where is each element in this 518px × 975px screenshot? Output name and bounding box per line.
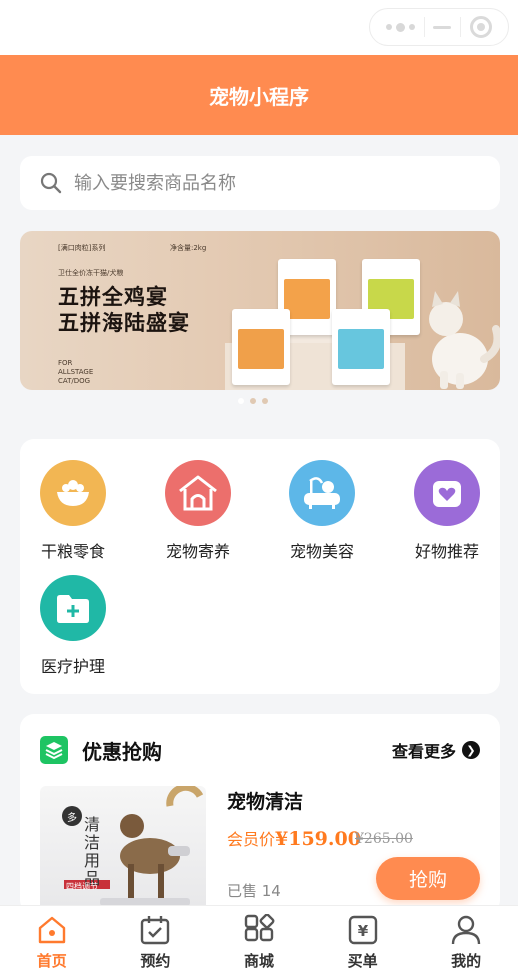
banner-for: FOR	[58, 359, 73, 367]
search-icon	[40, 172, 62, 194]
section-title: 优惠抢购	[82, 740, 162, 764]
tab-pay[interactable]: ¥ 买单	[311, 906, 415, 975]
buy-now-button[interactable]: 抢购	[376, 857, 480, 900]
page-title: 宠物小程序	[209, 84, 309, 109]
search-bar[interactable]	[20, 156, 500, 210]
svg-text:¥: ¥	[357, 922, 368, 940]
page-header: 宠物小程序	[0, 55, 518, 135]
tab-label: 买单	[347, 952, 378, 970]
minimize-icon[interactable]	[433, 25, 452, 29]
category-label: 好物推荐	[414, 542, 479, 561]
tab-profile[interactable]: 我的	[414, 906, 518, 975]
category-label: 医疗护理	[40, 657, 105, 676]
chevron-right-icon: ❯	[462, 741, 480, 759]
category-grid: 干粮零食 宠物寄养 宠物美容 好物推荐 医疗护理	[20, 439, 500, 694]
bathtub-icon	[289, 460, 355, 526]
cat-image	[429, 291, 500, 389]
banner-net-weight: 净含量:2kg	[170, 244, 207, 252]
gift-icon	[414, 460, 480, 526]
banner-indicator	[238, 398, 278, 404]
food-package	[332, 309, 390, 385]
category-item-grooming[interactable]: 宠物美容	[272, 460, 372, 562]
product-image-title: 清洁用品	[84, 815, 101, 888]
banner-subtitle: 卫仕全价冻干猫/犬粮	[58, 269, 124, 277]
tab-label: 我的	[451, 952, 482, 970]
category-label: 干粮零食	[40, 542, 105, 561]
original-price: ¥265.00	[355, 831, 413, 847]
tab-label: 首页	[36, 952, 67, 970]
calendar-icon	[141, 916, 170, 945]
close-target-icon[interactable]	[469, 16, 492, 38]
status-bar	[0, 0, 518, 55]
tab-home[interactable]: 首页	[0, 906, 104, 975]
bottom-tab-bar: 首页 预约 商城 ¥ 买单 我的	[0, 905, 518, 975]
product-image-badge: 四档调节	[66, 882, 98, 891]
search-input[interactable]	[74, 172, 454, 194]
category-item-boarding[interactable]: 宠物寄养	[148, 460, 248, 562]
bill-icon: ¥	[348, 915, 377, 945]
view-more-label: 查看更多	[391, 742, 456, 761]
view-more-link[interactable]: 查看更多 ❯	[392, 738, 480, 762]
home-icon	[38, 916, 65, 944]
medical-folder-icon	[40, 575, 106, 641]
category-item-medical[interactable]: 医疗护理	[23, 575, 123, 677]
category-label: 宠物美容	[289, 542, 354, 561]
tab-mall[interactable]: 商城	[207, 906, 311, 975]
tab-label: 预约	[140, 952, 171, 970]
more-icon[interactable]	[386, 22, 416, 32]
tab-label: 商城	[243, 952, 274, 970]
product-name[interactable]: 宠物清洁	[227, 787, 303, 814]
apps-icon	[244, 914, 275, 942]
category-item-dry-food[interactable]: 干粮零食	[23, 460, 123, 562]
food-package	[232, 309, 290, 385]
product-image[interactable]: 多 清洁用品 四档调节	[40, 786, 206, 916]
deals-section: 优惠抢购 查看更多 ❯ 多 清洁用品 四档调节 宠物清洁 会员价¥159.00 …	[20, 714, 500, 916]
sold-count: 已售 14	[227, 882, 281, 900]
price-label: 会员价	[227, 830, 276, 849]
category-label: 宠物寄养	[165, 542, 230, 561]
banner-allstage: ALLSTAGE	[58, 368, 94, 376]
pet-house-icon	[165, 460, 231, 526]
dog-grooming-image	[64, 786, 204, 906]
category-item-recommend[interactable]: 好物推荐	[397, 460, 497, 562]
layers-icon	[40, 736, 68, 764]
user-icon	[451, 915, 481, 945]
banner-catdog: CAT/DOG	[58, 377, 91, 385]
mini-program-capsule[interactable]	[369, 8, 509, 46]
banner-headline-2: 五拼海陆盛宴	[58, 311, 190, 335]
bowl-icon	[40, 460, 106, 526]
promo-banner[interactable]: [满口肉粒]系列 净含量:2kg 卫仕全价冻干猫/犬粮 五拼全鸡宴 五拼海陆盛宴…	[20, 231, 500, 390]
price-value: ¥159.00	[275, 828, 361, 850]
member-price: 会员价¥159.00	[227, 826, 361, 850]
banner-series-text: [满口肉粒]系列	[58, 244, 106, 252]
tab-booking[interactable]: 预约	[104, 906, 208, 975]
